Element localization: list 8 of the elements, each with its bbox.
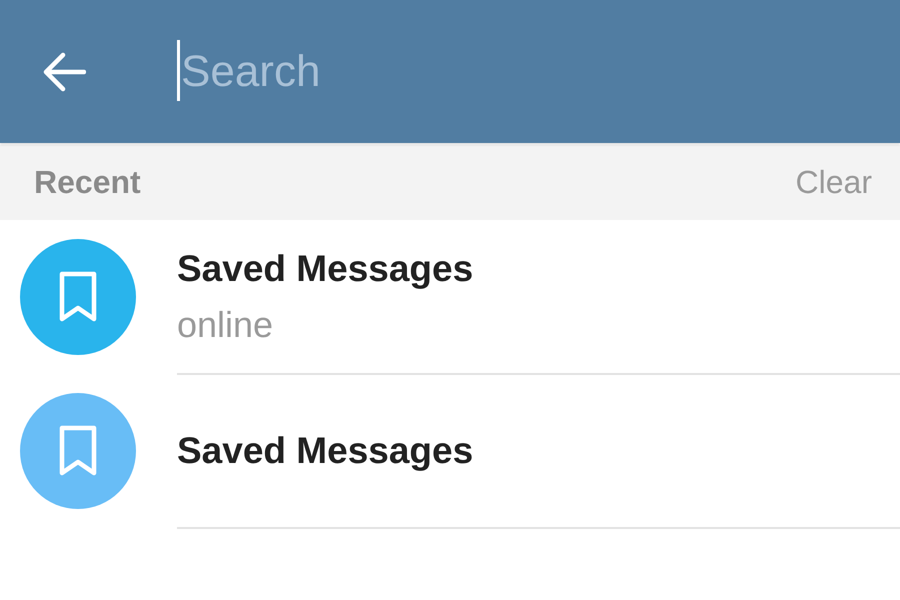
section-title: Recent: [34, 164, 141, 201]
chat-name: Saved Messages: [177, 428, 474, 473]
chat-status: online: [177, 302, 274, 346]
chat-name: Saved Messages: [177, 246, 474, 291]
chat-item[interactable]: Saved Messages online: [0, 220, 900, 374]
search-input[interactable]: Search: [181, 42, 870, 100]
back-arrow-icon: [42, 52, 86, 92]
chat-item[interactable]: Saved Messages: [0, 374, 900, 528]
